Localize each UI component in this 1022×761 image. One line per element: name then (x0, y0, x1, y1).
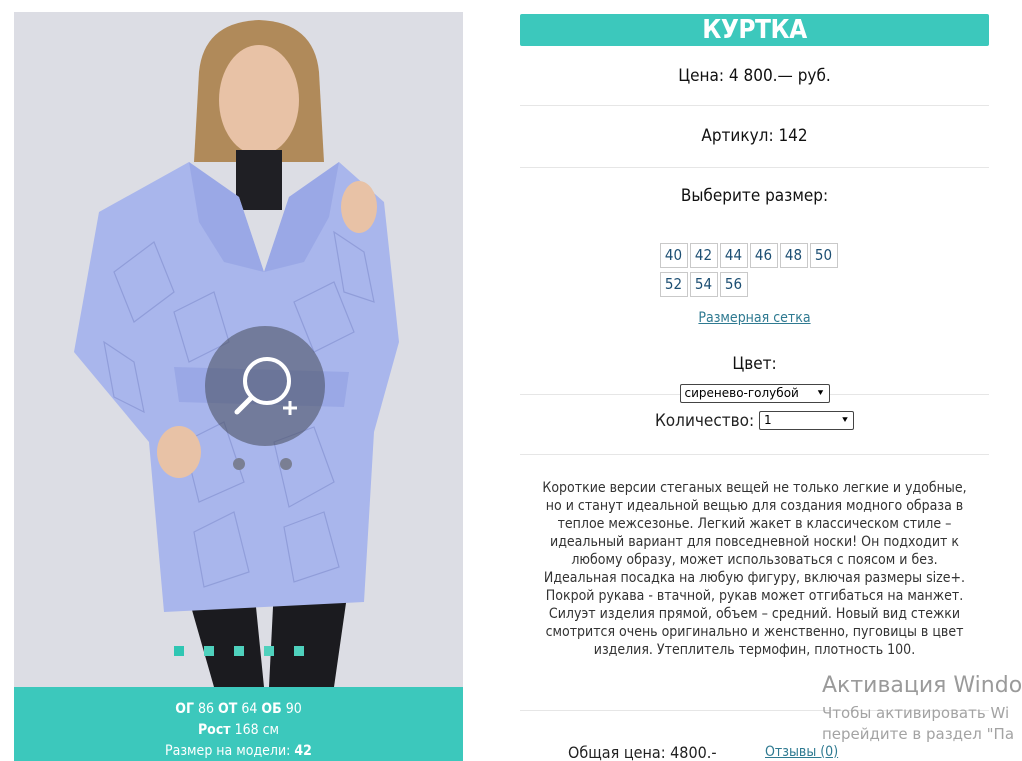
product-sku: Артикул: 142 (520, 106, 989, 168)
gallery-dot[interactable] (293, 646, 304, 656)
height-label: Рост (197, 722, 231, 738)
chevron-down-icon: ⯆ (841, 415, 850, 426)
ob-label: ОБ (261, 701, 282, 717)
color-select-value: сиренево-голубой (684, 386, 799, 400)
size-option[interactable]: 48 (779, 243, 808, 268)
activation-title: Активация Windo (822, 673, 1022, 698)
activation-watermark: Активация Windo Чтобы активировать Wi пе… (822, 673, 1022, 743)
quantity-select-value: 1 (764, 413, 772, 427)
size-option[interactable]: 46 (749, 243, 778, 268)
size-option[interactable]: 52 (659, 272, 688, 297)
size-option[interactable]: 42 (689, 243, 718, 268)
activation-line: перейдите в раздел "Па (822, 725, 1015, 743)
chevron-down-icon: ⯆ (816, 388, 825, 399)
product-details: КУРТКА Цена: 4 800.— руб. Артикул: 142 В… (520, 14, 989, 761)
ot-value: 64 (241, 701, 258, 717)
size-option[interactable]: 56 (719, 272, 748, 297)
size-options: 40 42 44 46 48 50 52 54 56 (659, 243, 850, 297)
og-label: ОГ (175, 701, 194, 717)
size-option[interactable]: 50 (809, 243, 838, 268)
model-measurements: ОГ 86 ОТ 64 ОБ 90 Рост 168 см Размер на … (14, 687, 463, 761)
color-select-row: сиренево-голубой ⯆ (520, 382, 989, 403)
gallery-dot[interactable] (173, 646, 184, 656)
product-description: Короткие версии стеганых вещей не только… (542, 480, 967, 658)
color-label: Цвет: (732, 354, 777, 374)
model-size-value: 42 (294, 743, 312, 759)
size-label: Выберите размер: (680, 186, 829, 206)
size-option[interactable]: 44 (719, 243, 748, 268)
gallery-dot[interactable] (233, 646, 244, 656)
zoom-in-icon (234, 357, 297, 415)
activation-line: Чтобы активировать Wi (822, 704, 1010, 722)
og-value: 86 (198, 701, 215, 717)
size-chart-link[interactable]: Размерная сетка (520, 310, 989, 326)
size-option[interactable]: 40 (659, 243, 688, 268)
height-value: 168 см (234, 722, 280, 738)
model-size-line: Размер на модели: 42 (14, 741, 463, 761)
reviews-link[interactable]: Отзывы (0) (765, 744, 838, 760)
quantity-select[interactable]: 1 ⯆ (759, 411, 855, 430)
model-girth-line: ОГ 86 ОТ 64 ОБ 90 (14, 699, 463, 720)
model-size-label: Размер на модели: (165, 743, 291, 759)
gallery-dot[interactable] (263, 646, 274, 656)
gallery-dots (14, 646, 463, 656)
gallery-dot[interactable] (203, 646, 214, 656)
total-price: Общая цена: 4800.- (568, 743, 717, 761)
color-select[interactable]: сиренево-голубой ⯆ (679, 384, 830, 403)
model-height-line: Рост 168 см (14, 720, 463, 741)
product-gallery: ОГ 86 ОТ 64 ОБ 90 Рост 168 см Размер на … (14, 12, 463, 761)
zoom-button[interactable] (205, 326, 325, 446)
ob-value: 90 (285, 701, 302, 717)
product-title: КУРТКА (520, 14, 989, 46)
size-option[interactable]: 54 (689, 272, 718, 297)
quantity-row: Количество: 1 ⯆ (520, 411, 989, 455)
quantity-label: Количество: (654, 411, 755, 431)
product-photo[interactable] (14, 12, 463, 687)
product-price: Цена: 4 800.— руб. (520, 46, 989, 106)
ot-label: ОТ (218, 701, 238, 717)
